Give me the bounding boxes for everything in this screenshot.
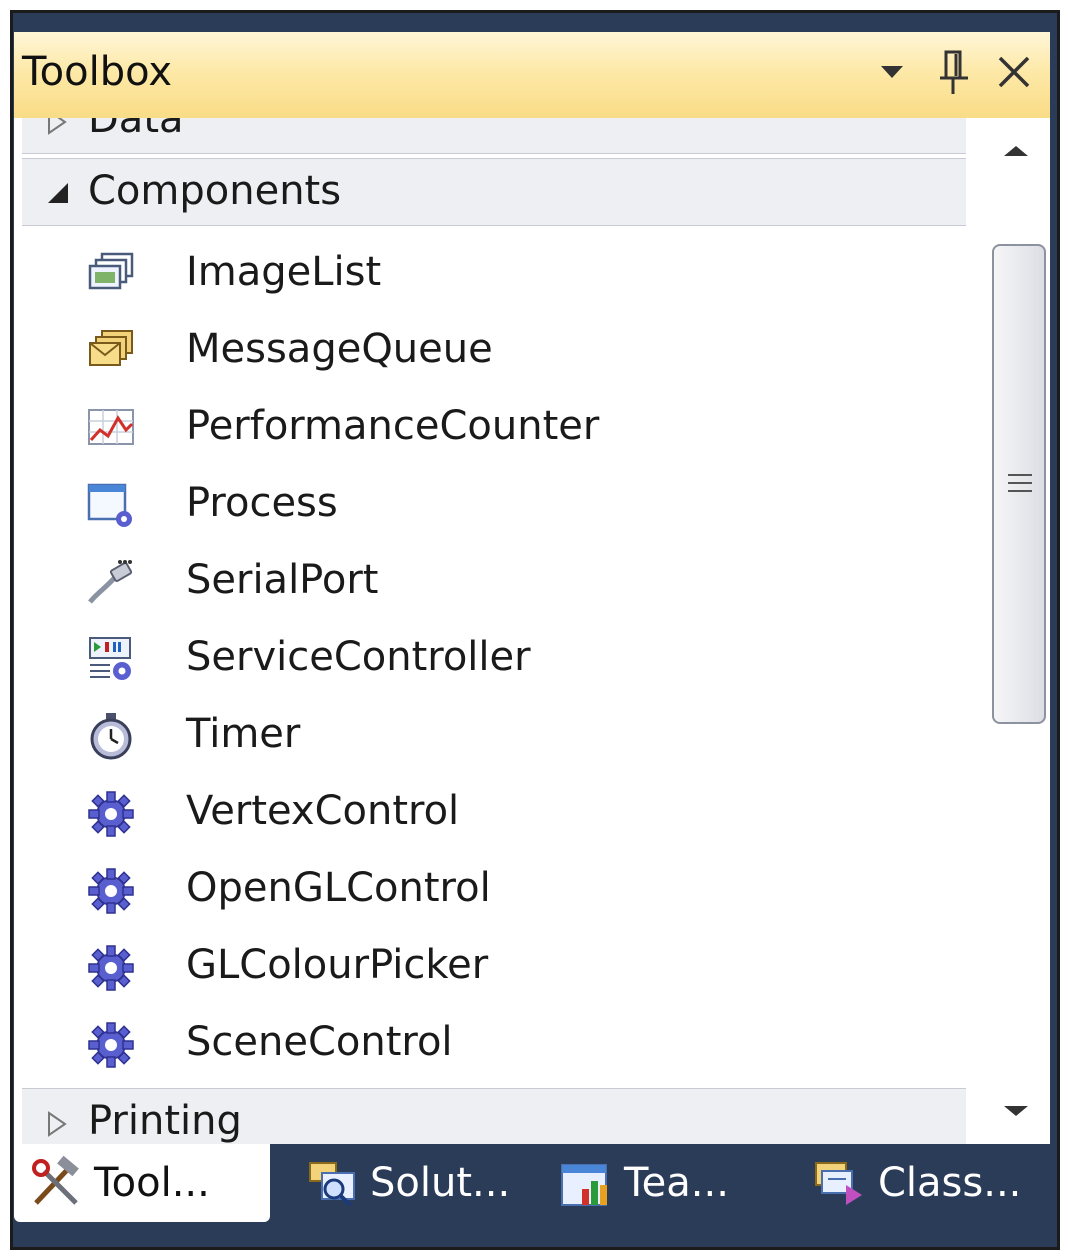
close-icon bbox=[998, 56, 1030, 88]
collapse-arrow-icon bbox=[48, 183, 68, 203]
scroll-thumb[interactable] bbox=[992, 244, 1046, 724]
tab-label: Class... bbox=[878, 1160, 1022, 1206]
scroll-down-arrow[interactable] bbox=[1004, 1106, 1028, 1116]
pin-button[interactable] bbox=[926, 44, 982, 100]
chevron-down-icon bbox=[881, 66, 903, 78]
tool-window-tab-strip: Tool... Solut... Tea... Class... bbox=[14, 1144, 1050, 1226]
vertical-scrollbar[interactable] bbox=[988, 118, 1050, 1144]
item-label: GLColourPicker bbox=[186, 942, 489, 988]
gear-icon bbox=[88, 791, 134, 837]
toolbox-item-imagelist[interactable]: ImageList bbox=[14, 236, 988, 313]
close-button[interactable] bbox=[986, 44, 1042, 100]
class-view-icon bbox=[815, 1162, 862, 1205]
item-label: VertexControl bbox=[186, 788, 460, 834]
item-label: Process bbox=[186, 480, 338, 526]
tab-label: Tea... bbox=[624, 1160, 729, 1206]
process-icon bbox=[87, 483, 132, 527]
toolbox-item-glcolourpicker[interactable]: GLColourPicker bbox=[14, 929, 988, 1006]
toolbox-icon bbox=[32, 1155, 79, 1205]
toolbox-item-servicecontroller[interactable]: ServiceController bbox=[14, 621, 988, 698]
team-explorer-icon bbox=[561, 1164, 607, 1206]
toolbox-item-openglcontrol[interactable]: OpenGLControl bbox=[14, 852, 988, 929]
grip-line bbox=[1008, 490, 1032, 492]
tab-team-explorer[interactable]: Tea... bbox=[544, 1144, 764, 1222]
toolbox-item-timer[interactable]: Timer bbox=[14, 698, 988, 775]
serialport-icon bbox=[88, 560, 133, 604]
imagelist-icon bbox=[88, 252, 134, 290]
servicecontroller-icon bbox=[89, 637, 131, 680]
group-label: Components bbox=[88, 168, 342, 214]
tab-class-view[interactable]: Class... bbox=[798, 1144, 1038, 1222]
title-bar[interactable]: Toolbox bbox=[14, 32, 1050, 118]
solution-explorer-icon bbox=[309, 1162, 355, 1207]
expand-arrow-icon bbox=[48, 118, 67, 135]
window-position-dropdown-button[interactable] bbox=[864, 44, 920, 100]
gear-icon bbox=[88, 868, 134, 914]
item-label: Timer bbox=[186, 711, 301, 757]
group-header-printing[interactable]: Printing bbox=[22, 1088, 966, 1144]
item-label: ImageList bbox=[186, 249, 382, 295]
group-header-data[interactable]: Data bbox=[22, 118, 966, 154]
tab-label: Tool... bbox=[94, 1160, 210, 1206]
item-label: SerialPort bbox=[186, 557, 379, 603]
toolbox-item-process[interactable]: Process bbox=[14, 467, 988, 544]
toolbox-item-vertexcontrol[interactable]: VertexControl bbox=[14, 775, 988, 852]
toolbox-item-scenecontrol[interactable]: SceneControl bbox=[14, 1006, 988, 1083]
grip-line bbox=[1008, 474, 1032, 476]
panel-title: Toolbox bbox=[22, 49, 172, 95]
scroll-up-arrow[interactable] bbox=[1004, 146, 1028, 156]
item-label: MessageQueue bbox=[186, 326, 493, 372]
expand-arrow-icon bbox=[48, 1111, 67, 1137]
toolbox-item-performancecounter[interactable]: PerformanceCounter bbox=[14, 390, 988, 467]
toolbox-item-serialport[interactable]: SerialPort bbox=[14, 544, 988, 621]
toolbox-item-messagequeue[interactable]: MessageQueue bbox=[14, 313, 988, 390]
group-header-components[interactable]: Components bbox=[22, 158, 966, 226]
item-label: ServiceController bbox=[186, 634, 531, 680]
messagequeue-icon bbox=[89, 330, 133, 366]
pin-icon bbox=[940, 50, 968, 94]
item-label: SceneControl bbox=[186, 1019, 453, 1065]
item-label: PerformanceCounter bbox=[186, 403, 600, 449]
toolbox-panel: Toolbox Data Components ImageList Messag… bbox=[14, 32, 1050, 1144]
tab-label: Solut... bbox=[370, 1160, 511, 1206]
group-label: Printing bbox=[88, 1098, 242, 1144]
timer-icon bbox=[90, 713, 132, 760]
tab-toolbox[interactable]: Tool... bbox=[14, 1144, 270, 1222]
gear-icon bbox=[88, 1022, 134, 1068]
item-label: OpenGLControl bbox=[186, 865, 491, 911]
grip-line bbox=[1008, 482, 1032, 484]
toolbox-item-list: Data Components ImageList MessageQueue P… bbox=[14, 118, 988, 1144]
performancecounter-icon bbox=[88, 409, 134, 445]
gear-icon bbox=[88, 945, 134, 991]
group-label: Data bbox=[88, 118, 184, 142]
tab-solution-explorer[interactable]: Solut... bbox=[290, 1144, 520, 1222]
